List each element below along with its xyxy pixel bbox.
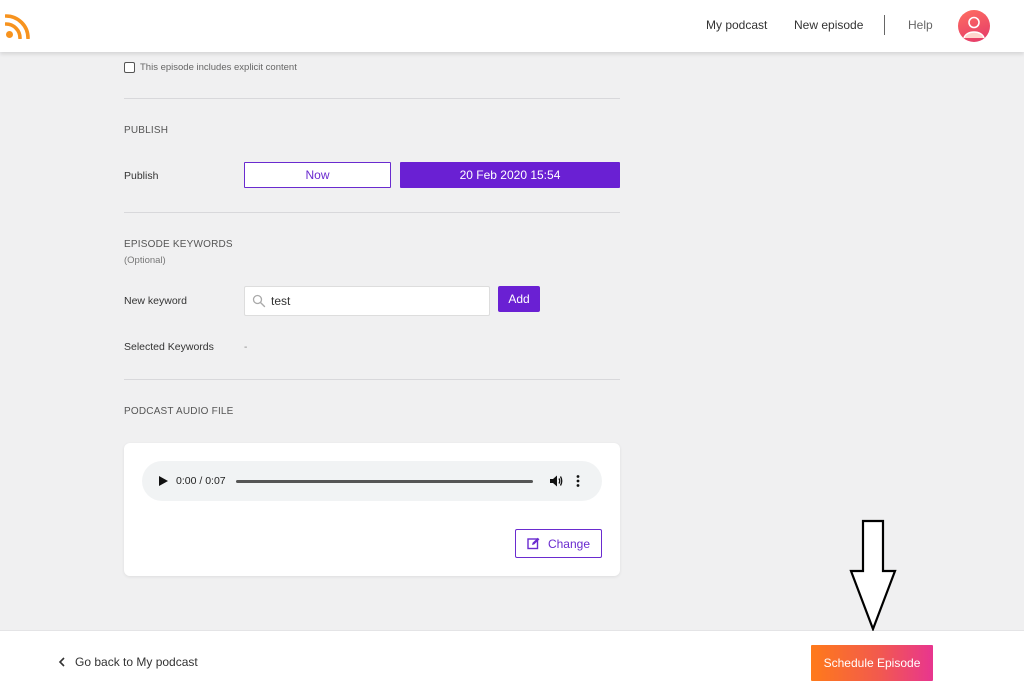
- section-divider: [124, 212, 620, 213]
- audio-progress-track[interactable]: [236, 479, 533, 483]
- audio-time: 0:00 / 0:07: [176, 475, 226, 487]
- add-keyword-button[interactable]: Add: [498, 286, 540, 312]
- schedule-episode-button[interactable]: Schedule Episode: [811, 645, 933, 681]
- user-avatar-icon[interactable]: [958, 10, 990, 42]
- change-audio-label: Change: [547, 536, 591, 551]
- audio-file-card: 0:00 / 0:07 Change: [124, 443, 620, 576]
- keyword-input-wrapper: [244, 286, 490, 316]
- rss-icon[interactable]: [5, 13, 31, 39]
- publish-section-title: PUBLISH: [124, 125, 169, 136]
- volume-icon[interactable]: [549, 474, 563, 488]
- top-navigation-bar: My podcast New episode Help: [0, 0, 1024, 52]
- change-audio-button[interactable]: Change: [515, 529, 602, 558]
- explicit-content-row: This episode includes explicit content: [124, 62, 297, 73]
- new-keyword-label: New keyword: [124, 295, 188, 307]
- section-divider: [124, 379, 620, 380]
- bottom-action-bar: Go back to My podcast Schedule Episode: [0, 630, 1024, 685]
- publish-date-button[interactable]: 20 Feb 2020 15:54: [400, 162, 620, 188]
- audio-section-title: PODCAST AUDIO FILE: [124, 406, 234, 417]
- explicit-content-checkbox[interactable]: [124, 62, 135, 73]
- nav-divider: [884, 15, 885, 35]
- nav-new-episode[interactable]: New episode: [794, 18, 863, 32]
- nav-my-podcast[interactable]: My podcast: [706, 18, 767, 32]
- selected-keywords-label: Selected Keywords: [124, 341, 214, 353]
- keyword-input[interactable]: [271, 294, 471, 308]
- keywords-optional-label: (Optional): [124, 255, 166, 266]
- publish-label: Publish: [124, 170, 159, 182]
- audio-player: 0:00 / 0:07: [142, 461, 602, 501]
- down-arrow-annotation-icon: [849, 519, 897, 631]
- section-divider: [124, 98, 620, 99]
- keywords-section-title: EPISODE KEYWORDS: [124, 239, 233, 250]
- go-back-link[interactable]: Go back to My podcast: [58, 655, 198, 669]
- more-options-icon[interactable]: [571, 474, 585, 488]
- selected-keywords-value: -: [244, 342, 248, 353]
- chevron-left-icon: [58, 657, 65, 667]
- publish-now-button[interactable]: Now: [244, 162, 391, 188]
- edit-icon: [527, 537, 540, 550]
- play-icon[interactable]: [157, 475, 169, 487]
- go-back-label: Go back to My podcast: [75, 655, 198, 669]
- search-icon: [252, 294, 266, 308]
- explicit-content-label: This episode includes explicit content: [140, 62, 297, 73]
- nav-help[interactable]: Help: [908, 18, 933, 32]
